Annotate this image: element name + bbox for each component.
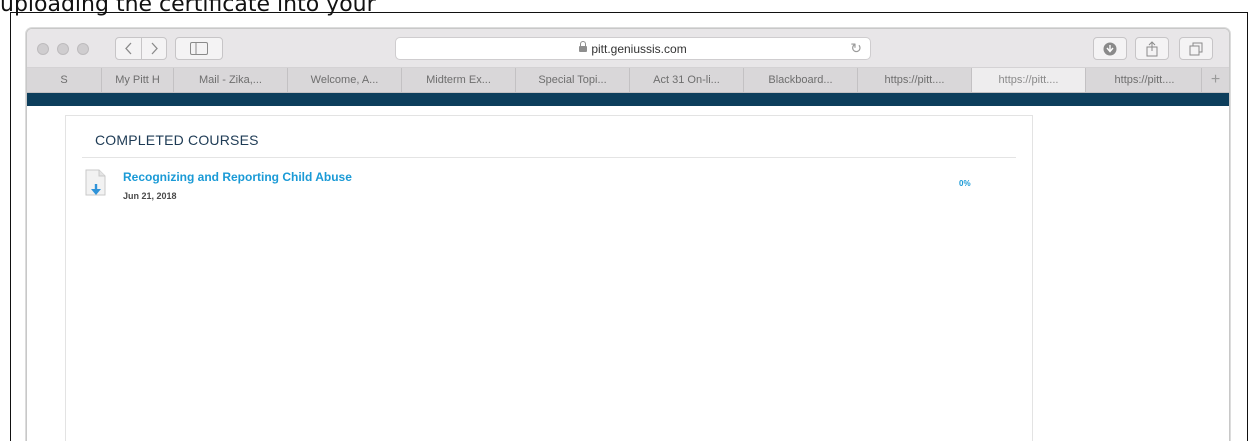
completed-courses-panel: COMPLETED COURSES Recognizing and Report… — [65, 115, 1033, 441]
tab-8[interactable]: Blackboard... — [743, 68, 857, 92]
frame-border-right — [1247, 12, 1248, 441]
lock-icon — [579, 41, 588, 52]
share-button[interactable] — [1135, 37, 1169, 60]
site-header-band — [27, 93, 1229, 106]
outer-caption-text: uploading the certificate into your — [0, 0, 376, 17]
tab-11[interactable]: https://pitt.... — [1085, 68, 1203, 92]
tabs-overview-icon — [1189, 42, 1203, 55]
section-divider — [82, 157, 1016, 158]
outer-document-strip: uploading the certificate into your — [0, 0, 1257, 28]
page-content: COMPLETED COURSES Recognizing and Report… — [27, 106, 1229, 441]
tab-2[interactable]: My Pitt H — [101, 68, 173, 92]
browser-window: pitt.geniussis.com ↻ S My Pitt H Mail - … — [26, 28, 1230, 441]
reload-icon[interactable]: ↻ — [850, 40, 862, 57]
tab-5[interactable]: Midterm Ex... — [401, 68, 515, 92]
course-title-link[interactable]: Recognizing and Reporting Child Abuse — [123, 170, 352, 184]
zoom-window-button[interactable] — [77, 43, 89, 55]
browser-toolbar: pitt.geniussis.com ↻ — [27, 29, 1229, 68]
tab-1[interactable]: S — [27, 68, 101, 92]
download-icon — [1103, 42, 1117, 55]
address-bar[interactable]: pitt.geniussis.com ↻ — [395, 37, 871, 60]
course-progress-percent: 0% — [959, 179, 971, 188]
new-tab-button[interactable]: + — [1201, 68, 1229, 92]
chevron-left-icon — [125, 42, 132, 55]
section-title: COMPLETED COURSES — [95, 132, 259, 148]
tab-4[interactable]: Welcome, A... — [287, 68, 401, 92]
tab-6[interactable]: Special Topi... — [515, 68, 629, 92]
tab-10-active[interactable]: https://pitt.... — [971, 68, 1085, 92]
tab-3[interactable]: Mail - Zika,... — [173, 68, 287, 92]
sidebar-icon — [190, 42, 208, 55]
frame-border-left — [10, 12, 11, 441]
minimize-window-button[interactable] — [57, 43, 69, 55]
download-document-icon[interactable] — [85, 169, 107, 197]
tab-bar: S My Pitt H Mail - Zika,... Welcome, A..… — [27, 68, 1229, 93]
course-completion-date: Jun 21, 2018 — [123, 191, 177, 201]
chevron-right-icon — [151, 42, 158, 55]
tab-9[interactable]: https://pitt.... — [857, 68, 971, 92]
back-forward-group — [115, 37, 167, 60]
share-icon — [1146, 40, 1158, 56]
downloads-button[interactable] — [1093, 37, 1127, 60]
show-tabs-button[interactable] — [1179, 37, 1213, 60]
close-window-button[interactable] — [37, 43, 49, 55]
plus-icon: + — [1210, 71, 1221, 88]
frame-border-top — [10, 12, 1248, 13]
tab-7[interactable]: Act 31 On-li... — [629, 68, 743, 92]
address-text: pitt.geniussis.com — [591, 42, 687, 56]
sidebar-toggle-button[interactable] — [175, 37, 223, 60]
back-button[interactable] — [122, 38, 136, 59]
forward-button[interactable] — [147, 38, 161, 59]
